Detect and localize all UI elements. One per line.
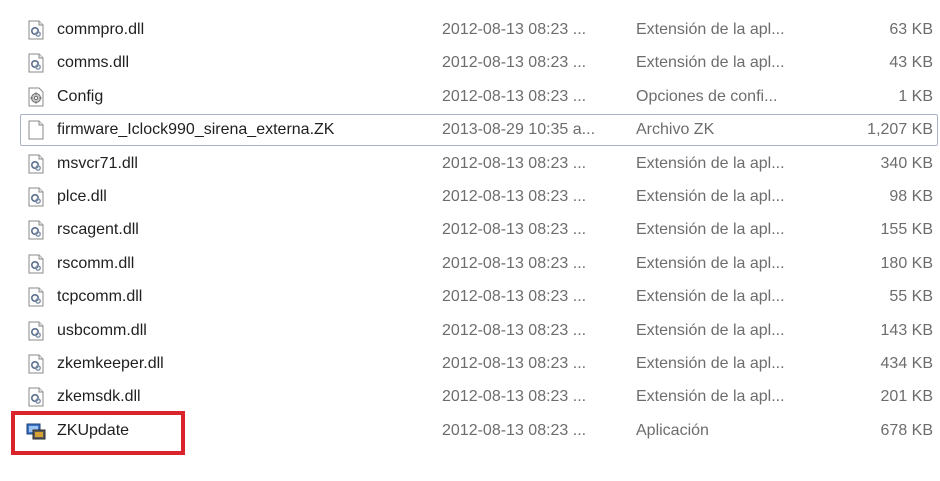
file-row[interactable]: zkemkeeper.dll 2012-08-13 08:23 ... Extens… <box>20 348 938 380</box>
dll-icon <box>26 387 46 407</box>
file-name: zkemkeeper.dll <box>57 355 164 372</box>
file-name: commpro.dll <box>57 21 145 38</box>
file-type: Extensión de la apl... <box>636 388 785 405</box>
file-date-modified: 2012-08-13 08:23 ... <box>442 422 587 439</box>
file-row[interactable]: comms.dll 2012-08-13 08:23 ... Extensión d… <box>20 47 938 79</box>
file-type: Opciones de confi... <box>636 88 778 105</box>
file-name: tcpcomm.dll <box>57 288 143 305</box>
file-name: rscomm.dll <box>57 255 135 272</box>
file-size: 63 KB <box>889 21 933 38</box>
file-date-modified: 2012-08-13 08:23 ... <box>442 388 587 405</box>
dll-icon <box>26 354 46 374</box>
file-row[interactable]: usbcomm.dll 2012-08-13 08:23 ... Extensión… <box>20 315 938 347</box>
file-name: zkemsdk.dll <box>57 388 141 405</box>
file-row[interactable]: plce.dll 2012-08-13 08:23 ... Extensión de… <box>20 181 938 213</box>
file-date-modified: 2012-08-13 08:23 ... <box>442 88 587 105</box>
file-date-modified: 2013-08-29 10:35 a... <box>442 121 596 138</box>
file-row[interactable]: rscagent.dll 2012-08-13 08:23 ... Extensió… <box>20 214 938 246</box>
file-type: Extensión de la apl... <box>636 21 785 38</box>
file-name: plce.dll <box>57 188 107 205</box>
file-list: commpro.dll 2012-08-13 08:23 ... Extensión… <box>0 0 940 481</box>
file-type: Extensión de la apl... <box>636 255 785 272</box>
file-size: 180 KB <box>880 255 933 272</box>
file-row[interactable]: firmware_Iclock990_sirena_externa.ZK 2013… <box>20 114 938 146</box>
file-row[interactable]: zkemsdk.dll 2012-08-13 08:23 ... Extensión… <box>20 381 938 413</box>
dll-icon <box>26 154 46 174</box>
file-row[interactable]: ZKUpdate 2012-08-13 08:23 ... Aplicación 67… <box>20 415 938 447</box>
file-row[interactable]: msvcr71.dll 2012-08-13 08:23 ... Extensión… <box>20 148 938 180</box>
file-type: Archivo ZK <box>636 121 715 138</box>
file-row[interactable]: commpro.dll 2012-08-13 08:23 ... Extensión… <box>20 14 938 46</box>
file-size: 98 KB <box>889 188 933 205</box>
file-name: usbcomm.dll <box>57 322 147 339</box>
file-type: Extensión de la apl... <box>636 54 785 71</box>
file-date-modified: 2012-08-13 08:23 ... <box>442 21 587 38</box>
dll-icon <box>26 254 46 274</box>
blank-file-icon <box>26 120 46 140</box>
file-name: Config <box>57 88 104 105</box>
file-size: 201 KB <box>880 388 933 405</box>
file-type: Extensión de la apl... <box>636 155 785 172</box>
file-type: Extensión de la apl... <box>636 322 785 339</box>
application-icon <box>26 421 46 441</box>
file-row[interactable]: rscomm.dll 2012-08-13 08:23 ... Extensión … <box>20 248 938 280</box>
config-icon <box>26 87 46 107</box>
file-date-modified: 2012-08-13 08:23 ... <box>442 322 587 339</box>
dll-icon <box>26 187 46 207</box>
file-name: ZKUpdate <box>57 422 130 439</box>
file-date-modified: 2012-08-13 08:23 ... <box>442 288 587 305</box>
file-name: rscagent.dll <box>57 221 139 238</box>
file-date-modified: 2012-08-13 08:23 ... <box>442 221 587 238</box>
file-row[interactable]: tcpcomm.dll 2012-08-13 08:23 ... Extensión… <box>20 281 938 313</box>
file-size: 678 KB <box>880 422 933 439</box>
dll-icon <box>26 321 46 341</box>
file-date-modified: 2012-08-13 08:23 ... <box>442 255 587 272</box>
file-name: msvcr71.dll <box>57 155 138 172</box>
file-type: Aplicación <box>636 422 709 439</box>
file-type: Extensión de la apl... <box>636 221 785 238</box>
file-size: 43 KB <box>889 54 933 71</box>
file-row[interactable]: Config 2012-08-13 08:23 ... Opciones de co… <box>20 81 938 113</box>
file-date-modified: 2012-08-13 08:23 ... <box>442 355 587 372</box>
file-size: 1,207 KB <box>867 121 933 138</box>
dll-icon <box>26 220 46 240</box>
file-size: 340 KB <box>880 155 933 172</box>
file-type: Extensión de la apl... <box>636 188 785 205</box>
file-date-modified: 2012-08-13 08:23 ... <box>442 155 587 172</box>
file-type: Extensión de la apl... <box>636 288 785 305</box>
dll-icon <box>26 53 46 73</box>
file-date-modified: 2012-08-13 08:23 ... <box>442 54 587 71</box>
file-name: comms.dll <box>57 54 130 71</box>
dll-icon <box>26 287 46 307</box>
file-date-modified: 2012-08-13 08:23 ... <box>442 188 587 205</box>
file-size: 55 KB <box>889 288 933 305</box>
file-name: firmware_Iclock990_sirena_externa.ZK <box>57 121 335 138</box>
dll-icon <box>26 20 46 40</box>
file-size: 143 KB <box>880 322 933 339</box>
file-size: 155 KB <box>880 221 933 238</box>
file-size: 1 KB <box>898 88 933 105</box>
file-size: 434 KB <box>880 355 933 372</box>
file-type: Extensión de la apl... <box>636 355 785 372</box>
